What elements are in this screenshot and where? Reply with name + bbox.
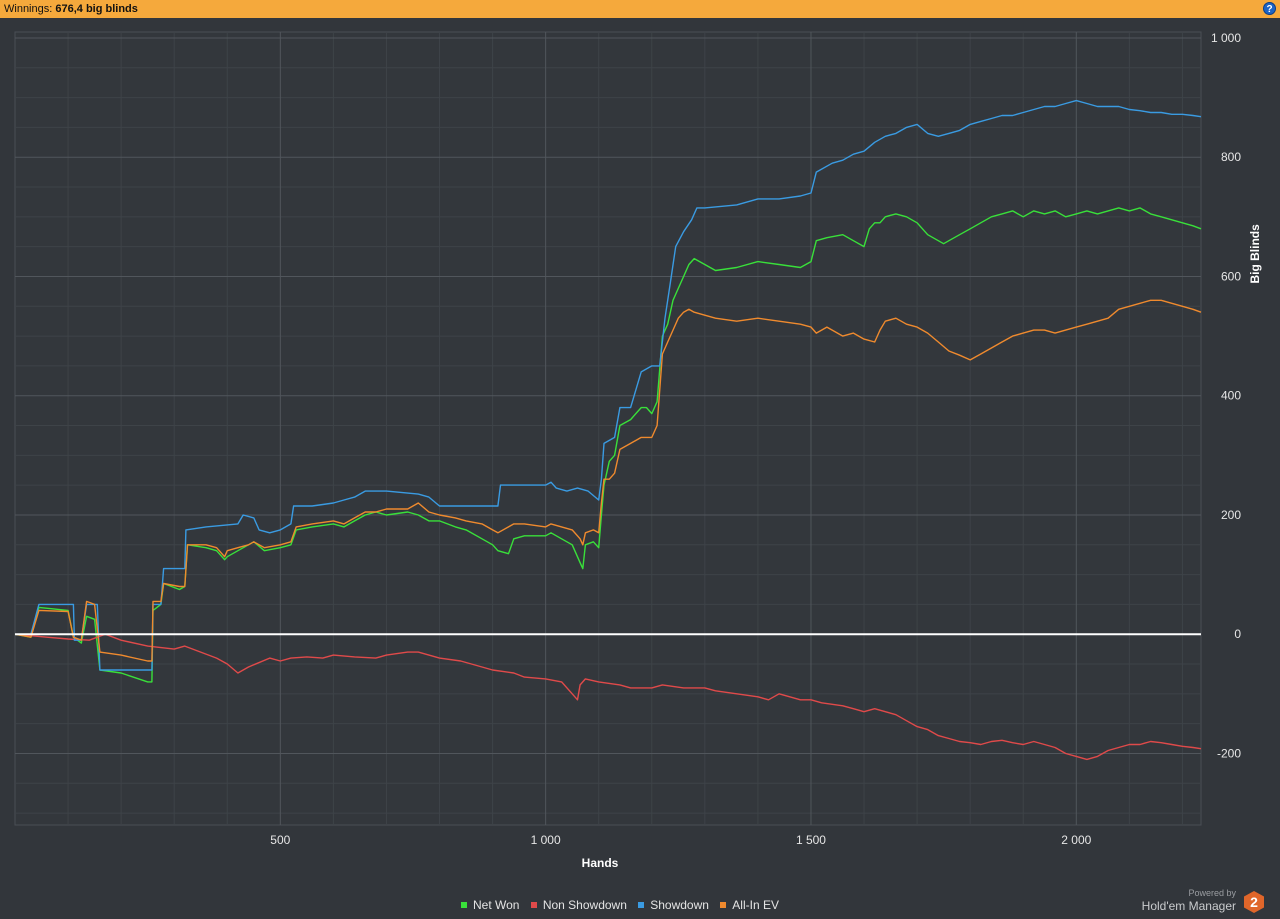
legend-label-showdown: Showdown [650,898,709,912]
x-tick-label: 1 500 [796,833,826,847]
x-axis-label: Hands [582,856,619,870]
y-tick-label: 200 [1221,508,1241,522]
winnings-value: 676,4 big blinds [55,3,138,15]
y-tick-label: 0 [1234,627,1241,641]
y-tick-label: 600 [1221,269,1241,283]
winnings-label: Winnings: [4,3,53,15]
legend-item-showdown[interactable]: Showdown [638,898,709,912]
legend-swatch-non-showdown [530,902,537,908]
legend-item-non-showdown[interactable]: Non Showdown [530,898,627,912]
legend-swatch-net-won [461,902,468,908]
branding: Powered by Hold'em Manager 2 [1136,888,1266,918]
logo-number: 2 [1250,894,1258,910]
legend-item-all-in-ev[interactable]: All-In EV [720,898,779,912]
legend-swatch-all-in-ev [720,902,727,908]
chart-legend: Net Won Non Showdown Showdown All-In EV [0,898,1240,912]
legend-swatch-showdown [638,902,645,908]
y-tick-label: 800 [1221,150,1241,164]
hm2-hexagon-logo-icon: 2 [1244,891,1264,913]
product-name: Hold'em Manager [1141,899,1236,913]
y-tick-label: 1 000 [1211,31,1241,45]
x-tick-label: 1 000 [531,833,561,847]
y-axis-label: Big Blinds [1248,224,1262,284]
legend-label-all-in-ev: All-In EV [732,898,779,912]
x-tick-label: 2 000 [1061,833,1091,847]
y-tick-label: -200 [1217,746,1241,760]
winnings-summary: Winnings: 676,4 big blinds [4,0,138,18]
legend-label-net-won: Net Won [473,898,520,912]
y-tick-label: 400 [1221,389,1241,403]
winnings-chart: 500 1 000 1 500 2 000 -200 0 200 400 600 800 1 000… [14,31,1262,870]
legend-item-net-won[interactable]: Net Won [461,898,519,912]
x-tick-label: 500 [270,833,290,847]
winnings-header-bar: Winnings: 676,4 big blinds ? [0,0,1280,18]
legend-label-non-showdown: Non Showdown [542,898,627,912]
question-circle-icon[interactable]: ? [1263,2,1276,15]
powered-by-text: Powered by [1188,888,1236,898]
